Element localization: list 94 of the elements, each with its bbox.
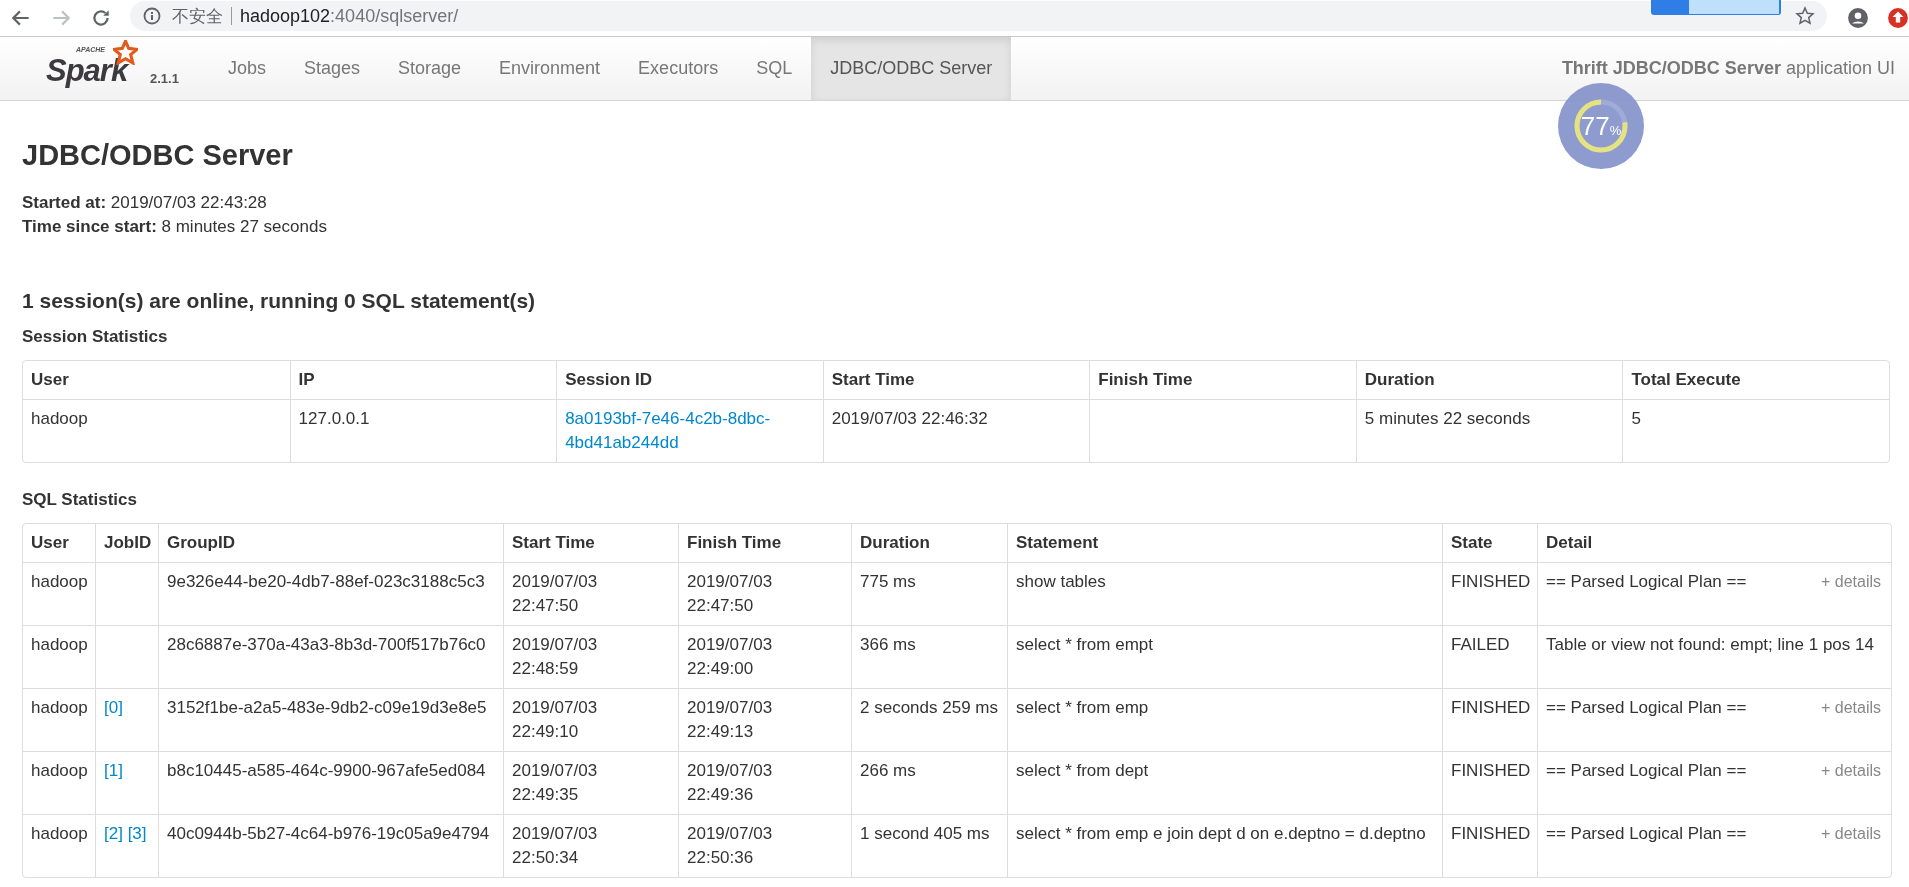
column-header[interactable]: Statement [1007,524,1442,562]
table-cell: 366 ms [860,635,916,654]
table-cell: 3152f1be-a2a5-483e-9db2-c09e19d3e8e5 [167,698,487,717]
session-link[interactable]: 8a0193bf-7e46-4c2b-8dbc-4bd41ab244dd [565,407,815,455]
table-cell: FINISHED [1451,761,1531,780]
table-cell: Table or view not found: empt; line 1 pos 14 [1546,635,1874,654]
table-cell-text: 2019/07/03 22:49:00 [687,634,774,680]
table-cell: select * from empt [1016,635,1153,654]
table-cell-text: 2019/07/03 22:50:34 [512,823,599,869]
nav-tab[interactable]: Executors [619,37,738,100]
version-label: 2.1.1 [150,71,179,86]
table-cell: FAILED [1451,635,1510,654]
table-cell: == Parsed Logical Plan == [1546,824,1747,843]
column-header[interactable]: Finish Time [678,524,851,562]
table-cell-text: 2019/07/03 22:47:50 [687,571,774,617]
table-cell-text: 2019/07/03 22:49:13 [687,697,774,743]
nav-tab[interactable]: Environment [480,37,620,100]
details-link[interactable]: + details [1820,822,1881,846]
table-cell: 2 seconds 259 ms [860,698,998,717]
column-header[interactable]: User [23,524,95,562]
table-cell-text: 2019/07/03 22:49:36 [687,760,774,806]
star-icon[interactable] [1795,6,1815,26]
nav-tab[interactable]: JDBC/ODBC Server [811,37,1012,100]
column-header[interactable]: IP [289,361,557,399]
table-cell-text: 2019/07/03 22:50:36 [687,823,774,869]
table-cell: select * from emp [1016,698,1149,717]
info-line: Time since start: 8 minutes 27 seconds [22,216,328,238]
job-link[interactable]: [2] [104,824,123,843]
table-cell-text: 2019/07/03 22:49:10 [512,697,599,743]
upload-icon[interactable] [1887,7,1909,29]
profile-icon[interactable] [1847,7,1869,29]
address-bar[interactable]: 不安全 hadoop102:4040/sqlserver/ [130,1,1827,31]
summary-heading: 1 session(s) are online, running 0 SQL statement(s) [22,289,537,313]
table-cell: == Parsed Logical Plan == [1546,698,1747,717]
section-title: Session Statistics [22,327,169,347]
job-link[interactable]: [0] [104,698,123,717]
column-header[interactable]: GroupID [158,524,503,562]
table-cell: hadoop [31,572,88,591]
security-label: 不安全 [172,5,223,28]
app-title: Thrift JDBC/ODBC Server application UI [1561,58,1895,79]
table-cell: select * from emp e join dept d on e.deptno = d.deptno [1016,824,1426,843]
details-link[interactable]: + details [1820,696,1881,720]
page-title: JDBC/ODBC Server [22,139,294,172]
info-icon[interactable] [142,6,162,26]
table-cell: FINISHED [1451,698,1531,717]
info-line: Started at: 2019/07/03 22:43:28 [22,192,268,214]
column-header[interactable]: Duration [851,524,1007,562]
table-cell: select * from dept [1016,761,1149,780]
job-link[interactable]: [3] [127,824,147,843]
table-cell: 5 minutes 22 seconds [1364,409,1531,428]
column-header[interactable]: Finish Time [1089,361,1356,399]
table-cell: 5 [1631,409,1641,428]
column-header[interactable]: Duration [1355,361,1623,399]
table-cell-text: 2019/07/03 22:49:35 [512,760,599,806]
table-cell: 28c6887e-370a-43a3-8b3d-700f517b76c0 [167,635,486,654]
column-header[interactable]: Session ID [556,361,823,399]
table-cell: == Parsed Logical Plan == [1546,572,1747,591]
column-header[interactable]: Total Execute [1622,361,1889,399]
reload-icon[interactable] [90,7,112,29]
table-cell: hadoop [31,635,88,654]
table-cell: 40c0944b-5b27-4c64-b976-19c05a9e4794 [167,824,490,843]
table-cell-text: 2019/07/03 22:48:59 [512,634,599,680]
meter-value: 77% [1580,110,1622,142]
column-header[interactable]: Start Time [503,524,678,562]
column-header[interactable]: Detail [1537,524,1891,562]
column-header[interactable]: State [1442,524,1537,562]
table-cell: == Parsed Logical Plan == [1546,761,1747,780]
details-link[interactable]: + details [1820,759,1881,783]
table-cell: 775 ms [860,572,916,591]
table-cell: 9e326e44-be20-4db7-88ef-023c3188c5c3 [167,572,485,591]
nav-tab[interactable]: Storage [379,37,481,100]
nav-tab[interactable]: SQL [737,37,812,100]
table-cell: 2019/07/03 22:46:32 [831,409,988,428]
details-link[interactable]: + details [1820,570,1881,594]
url-text: hadoop102:4040/sqlserver/ [240,5,459,27]
section-title: SQL Statistics [22,490,138,510]
table-cell: hadoop [31,409,88,428]
column-header[interactable]: User [23,361,290,399]
table-cell: 266 ms [860,761,916,780]
table-cell: hadoop [31,761,88,780]
table-cell: FINISHED [1451,572,1531,591]
table-cell: 1 second 405 ms [860,824,990,843]
table-cell: show tables [1016,572,1106,591]
table-cell: hadoop [31,698,88,717]
nav-tab[interactable]: Stages [284,37,379,100]
table-cell: hadoop [31,824,88,843]
job-link[interactable]: [1] [104,761,123,780]
table-cell: FINISHED [1451,824,1531,843]
table-cell-text: 2019/07/03 22:47:50 [512,571,599,617]
table-cell: 127.0.0.1 [298,409,370,428]
table-cell: b8c10445-a585-464c-9900-967afe5ed084 [167,761,486,780]
nav-tab[interactable]: Jobs [208,37,285,100]
column-header[interactable]: Start Time [822,361,1090,399]
column-header[interactable]: JobID [95,524,158,562]
